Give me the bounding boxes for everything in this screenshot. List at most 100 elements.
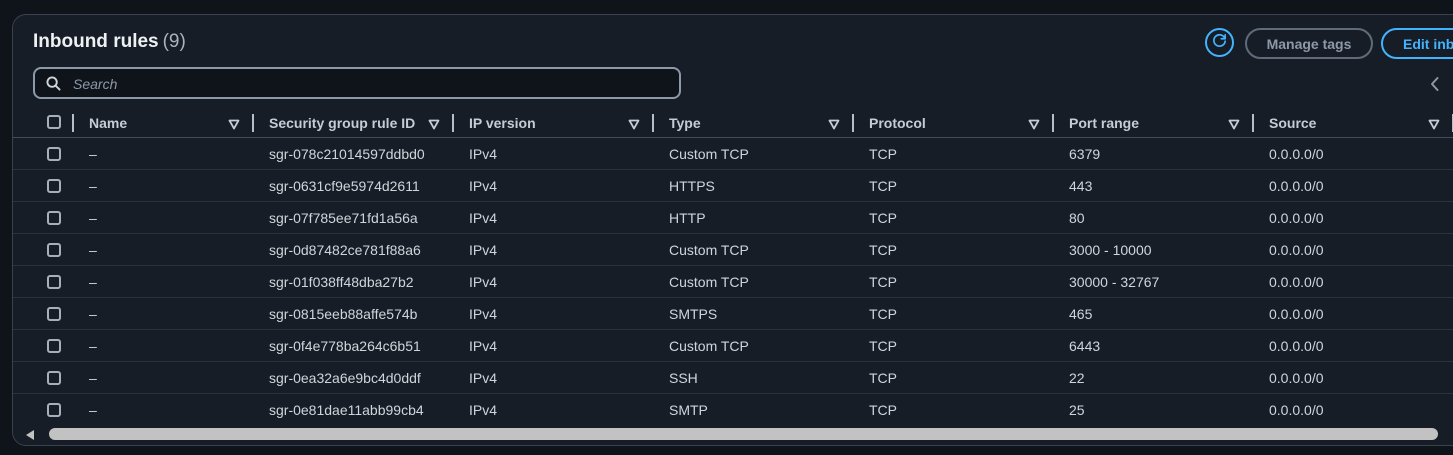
- column-header-label: Port range: [1069, 115, 1140, 131]
- table-row[interactable]: – sgr-0631cf9e5974d2611 IPv4 HTTPS TCP 443 0.0…: [13, 170, 1453, 202]
- column-resizer[interactable]: [1052, 114, 1054, 132]
- column-header-rule-id[interactable]: Security group rule ID: [269, 109, 415, 137]
- chevron-left-icon[interactable]: [1430, 76, 1440, 97]
- cell-name: –: [89, 305, 97, 322]
- cell-protocol: TCP: [869, 369, 897, 386]
- cell-ip-version: IPv4: [469, 369, 498, 386]
- cell-port-range: 6379: [1069, 145, 1101, 162]
- sort-caret-icon[interactable]: [228, 117, 240, 135]
- cell-port-range: 6443: [1069, 337, 1101, 354]
- cell-rule-id: sgr-078c21014597ddbd0: [269, 145, 425, 162]
- cell-ip-version: IPv4: [469, 241, 498, 258]
- table-row[interactable]: – sgr-0f4e778ba264c6b51 IPv4 Custom TCP TCP 6…: [13, 330, 1453, 362]
- cell-source: 0.0.0.0/0: [1269, 401, 1324, 418]
- column-resizer[interactable]: [72, 114, 74, 132]
- column-resizer[interactable]: [452, 114, 454, 132]
- cell-name: –: [89, 209, 97, 226]
- row-checkbox[interactable]: [47, 243, 61, 257]
- cell-port-range: 22: [1069, 369, 1085, 386]
- column-resizer[interactable]: [252, 114, 254, 132]
- table-row[interactable]: – sgr-0ea32a6e9bc4d0ddf IPv4 SSH TCP 22 0.0.0.…: [13, 362, 1453, 394]
- cell-rule-id: sgr-0631cf9e5974d2611: [269, 177, 420, 194]
- cell-rule-id: sgr-0815eeb88affe574b: [269, 305, 418, 322]
- cell-source: 0.0.0.0/0: [1269, 337, 1324, 354]
- edit-inbound-rules-button[interactable]: Edit inb: [1381, 28, 1453, 59]
- row-checkbox[interactable]: [47, 339, 61, 353]
- column-header-type[interactable]: Type: [669, 109, 701, 137]
- sort-caret-icon[interactable]: [828, 117, 840, 135]
- column-header-port-range[interactable]: Port range: [1069, 109, 1139, 137]
- cell-port-range: 465: [1069, 305, 1093, 322]
- column-header-source[interactable]: Source: [1269, 109, 1316, 137]
- panel-title: Inbound rules (9): [33, 31, 186, 53]
- cell-port-range: 30000 - 32767: [1069, 273, 1160, 290]
- cell-name: –: [89, 273, 97, 290]
- column-header-name[interactable]: Name: [89, 109, 127, 137]
- cell-type: SSH: [669, 369, 698, 386]
- row-checkbox[interactable]: [47, 147, 61, 161]
- cell-type: Custom TCP: [669, 337, 749, 354]
- cell-type: SMTPS: [669, 305, 718, 322]
- sort-caret-icon[interactable]: [428, 117, 440, 135]
- row-checkbox[interactable]: [47, 403, 61, 417]
- cell-port-range: 80: [1069, 209, 1085, 226]
- cell-source: 0.0.0.0/0: [1269, 273, 1324, 290]
- row-checkbox[interactable]: [47, 371, 61, 385]
- refresh-button[interactable]: [1205, 28, 1234, 57]
- table-row[interactable]: – sgr-078c21014597ddbd0 IPv4 Custom TCP TCP 6…: [13, 138, 1453, 170]
- cell-name: –: [89, 401, 97, 418]
- row-checkbox[interactable]: [47, 179, 61, 193]
- column-resizer[interactable]: [852, 114, 854, 132]
- select-all-checkbox[interactable]: [47, 115, 61, 129]
- row-checkbox[interactable]: [47, 211, 61, 225]
- column-resizer[interactable]: [1252, 114, 1254, 132]
- column-header-label: Name: [89, 115, 128, 131]
- cell-rule-id: sgr-0ea32a6e9bc4d0ddf: [269, 369, 421, 386]
- cell-name: –: [89, 337, 97, 354]
- row-checkbox[interactable]: [47, 307, 61, 321]
- table-body: – sgr-078c21014597ddbd0 IPv4 Custom TCP TCP 6…: [13, 138, 1453, 425]
- column-header-ip-version[interactable]: IP version: [469, 109, 536, 137]
- column-header-label: Type: [669, 115, 701, 131]
- sort-caret-icon[interactable]: [1028, 117, 1040, 135]
- column-header-label: Source: [1269, 115, 1317, 131]
- cell-source: 0.0.0.0/0: [1269, 369, 1324, 386]
- sort-caret-icon[interactable]: [1428, 117, 1440, 135]
- search-field[interactable]: [33, 67, 681, 99]
- cell-ip-version: IPv4: [469, 305, 498, 322]
- cell-ip-version: IPv4: [469, 145, 498, 162]
- sort-caret-icon[interactable]: [628, 117, 640, 135]
- cell-type: HTTPS: [669, 177, 715, 194]
- column-header-label: Security group rule ID: [269, 115, 416, 131]
- cell-source: 0.0.0.0/0: [1269, 241, 1324, 258]
- row-checkbox[interactable]: [47, 275, 61, 289]
- search-input[interactable]: [71, 73, 665, 95]
- cell-ip-version: IPv4: [469, 177, 498, 194]
- cell-protocol: TCP: [869, 305, 897, 322]
- table-row[interactable]: – sgr-07f785ee71fd1a56a IPv4 HTTP TCP 80 0.0.0…: [13, 202, 1453, 234]
- table-row[interactable]: – sgr-0815eeb88affe574b IPv4 SMTPS TCP 465 0.0…: [13, 298, 1453, 330]
- inbound-rules-table: Name Security group rule ID IP version Type…: [13, 109, 1453, 425]
- horizontal-scrollbar[interactable]: [13, 423, 1453, 445]
- table-row[interactable]: – sgr-01f038ff48dba27b2 IPv4 Custom TCP TCP 3…: [13, 266, 1453, 298]
- cell-rule-id: sgr-07f785ee71fd1a56a: [269, 209, 418, 226]
- table-row[interactable]: – sgr-0e81dae11abb99cb4 IPv4 SMTP TCP 25 0.0.0…: [13, 394, 1453, 425]
- cell-source: 0.0.0.0/0: [1269, 209, 1324, 226]
- cell-name: –: [89, 241, 97, 258]
- column-header-protocol[interactable]: Protocol: [869, 109, 926, 137]
- scroll-left-arrow-icon[interactable]: [24, 428, 36, 445]
- cell-ip-version: IPv4: [469, 273, 498, 290]
- cell-protocol: TCP: [869, 401, 897, 418]
- search-icon: [46, 76, 61, 96]
- scrollbar-thumb[interactable]: [49, 428, 1438, 440]
- refresh-icon: [1211, 32, 1228, 54]
- sort-caret-icon[interactable]: [1228, 117, 1240, 135]
- column-header-label: IP version: [469, 115, 536, 131]
- table-row[interactable]: – sgr-0d87482ce781f88a6 IPv4 Custom TCP TCP 3…: [13, 234, 1453, 266]
- cell-protocol: TCP: [869, 209, 897, 226]
- manage-tags-button[interactable]: Manage tags: [1245, 28, 1373, 59]
- column-resizer[interactable]: [652, 114, 654, 132]
- cell-source: 0.0.0.0/0: [1269, 177, 1324, 194]
- cell-rule-id: sgr-01f038ff48dba27b2: [269, 273, 414, 290]
- cell-port-range: 443: [1069, 177, 1093, 194]
